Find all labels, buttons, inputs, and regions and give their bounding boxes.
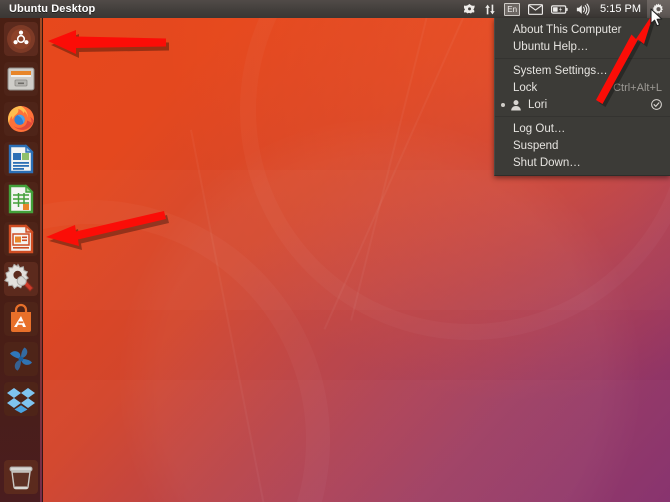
panel-title: Ubuntu Desktop [9,3,96,15]
annotation-arrow-middle [46,211,169,250]
unity-launcher [0,18,43,502]
menu-item-suspend[interactable]: Suspend [495,137,670,154]
launcher-item-libreoffice-impress[interactable] [4,222,38,256]
network-icon[interactable] [480,0,500,18]
menu-item-log-out[interactable]: Log Out… [495,120,670,137]
launcher-item-amazon[interactable] [4,342,38,376]
top-panel: Ubuntu Desktop En 5:15 PM [0,0,670,18]
launcher-item-firefox[interactable] [4,102,38,136]
menu-item-label: Lori [528,98,548,111]
menu-item-label: Log Out… [513,122,566,135]
messaging-icon[interactable] [524,0,547,18]
launcher-item-files[interactable] [4,62,38,96]
user-avatar-icon [510,99,522,111]
keyboard-layout-indicator[interactable]: En [500,0,524,18]
menu-separator [495,116,670,117]
keyboard-layout-label: En [504,2,521,16]
desktop-screen: Ubuntu Desktop En 5:15 PM About This Com… [0,0,670,502]
mouse-cursor [650,8,663,27]
launcher-item-dropbox[interactable] [4,382,38,416]
launcher-item-libreoffice-writer[interactable] [4,142,38,176]
bluetooth-icon[interactable] [459,0,480,18]
launcher-item-libreoffice-calc[interactable] [4,182,38,216]
launcher-item-dash[interactable] [4,22,38,56]
battery-icon[interactable] [547,0,572,18]
menu-item-label: Shut Down… [513,156,581,169]
launcher-item-system-settings[interactable] [4,262,38,296]
menu-item-label: Ubuntu Help… [513,40,589,53]
radio-bullet-icon [501,102,505,107]
annotation-arrow-top [48,30,169,58]
menu-item-label: Lock [513,81,538,94]
launcher-item-ubuntu-software[interactable] [4,302,38,336]
launcher-item-trash[interactable] [4,460,38,494]
menu-item-shut-down[interactable]: Shut Down… [495,154,670,171]
menu-item-label: Suspend [513,139,559,152]
